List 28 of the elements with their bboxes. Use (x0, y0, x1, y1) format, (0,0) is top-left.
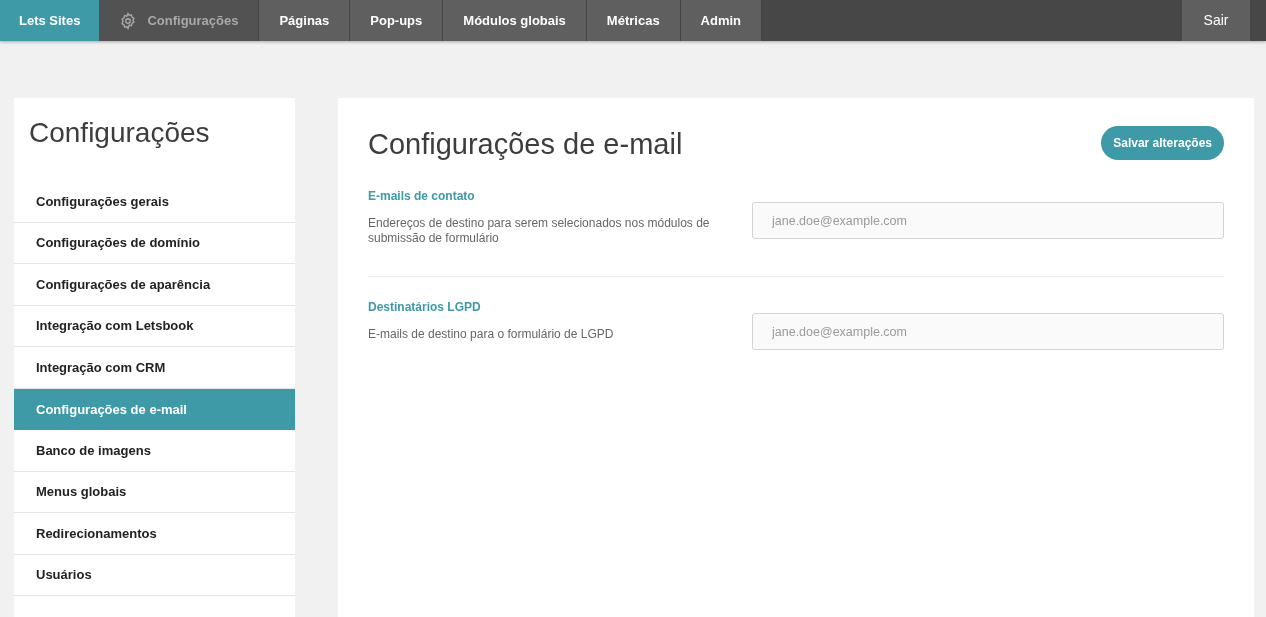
nav-tab[interactable]: Métricas (586, 0, 681, 41)
sidebar-item[interactable]: Integração com Letsbook (14, 305, 295, 347)
nav-tab[interactable]: Pop-ups (350, 0, 444, 41)
sidebar-item[interactable]: Usuários (14, 554, 295, 596)
section-heading: E-mails de contato (368, 188, 476, 205)
save-button[interactable]: Salvar alterações (1101, 126, 1224, 160)
email-field[interactable]: jane.doe@example.com (752, 313, 1224, 350)
sidebar-item[interactable]: Configurações gerais (14, 181, 295, 223)
nav-tab[interactable]: Configurações (99, 0, 260, 41)
section-heading: Destinatários LGPD (368, 299, 482, 316)
sidebar-item[interactable]: Redirecionamentos (14, 513, 295, 555)
sidebar-item[interactable]: Configurações de e-mail (14, 388, 295, 430)
sidebar-item[interactable]: Menus globais (14, 471, 295, 513)
section-description: Endereços de destino para serem selecionados nos módulos de submissão de formulário (368, 216, 711, 246)
brand-link[interactable]: Lets Sites (0, 0, 100, 41)
sidebar-item[interactable]: Integração com CRM (14, 347, 295, 389)
nav-tab[interactable]: Páginas (259, 0, 351, 41)
logout-button[interactable]: Sair (1182, 0, 1250, 41)
page-title: Configurações de e-mail (368, 127, 683, 162)
sidebar-title: Configurações (28, 116, 211, 150)
sidebar-item[interactable]: Banco de imagens (14, 430, 295, 472)
sidebar-item[interactable]: Configurações de aparência (14, 264, 295, 306)
nav-tab[interactable]: Módulos globais (443, 0, 587, 41)
settings-icon (119, 11, 138, 30)
section-description: E-mails de destino para o formulário de LGPD (368, 327, 615, 342)
sidebar-item[interactable]: Configurações de domínio (14, 222, 295, 264)
nav-tab[interactable]: Admin (680, 0, 763, 41)
email-field[interactable]: jane.doe@example.com (752, 202, 1224, 239)
